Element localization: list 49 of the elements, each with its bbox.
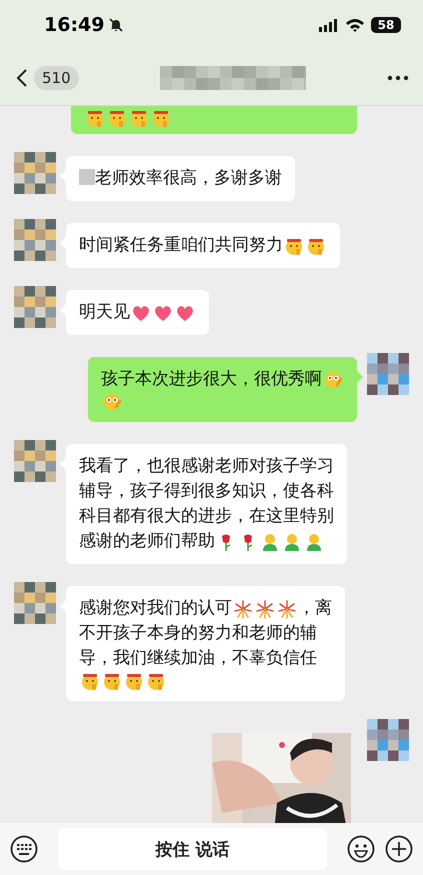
blurred-avatar[interactable] xyxy=(14,286,56,328)
headband-face-emoji-icon xyxy=(146,671,166,691)
emoji-icon[interactable] xyxy=(347,835,375,863)
blurred-avatar[interactable] xyxy=(367,719,409,761)
figure-emoji-icon xyxy=(304,532,324,552)
message-text: ，离 xyxy=(298,597,332,620)
headband-face-emoji-icon xyxy=(129,108,149,128)
message-text: 感谢的老师们帮助 xyxy=(79,530,215,553)
keyboard-icon[interactable] xyxy=(10,835,38,863)
more-options-icon[interactable] xyxy=(387,74,409,80)
message-text: 辅导，孩子得到很多知识，使各科 xyxy=(79,480,334,503)
wifi-icon xyxy=(345,18,365,32)
signal-icon xyxy=(319,18,339,32)
back-button[interactable]: 510 xyxy=(16,66,79,90)
wink-face-emoji-icon xyxy=(323,370,343,390)
back-chevron-icon xyxy=(16,68,28,88)
battery-icon: 58 xyxy=(371,17,401,33)
message-bubble[interactable] xyxy=(71,106,357,134)
message-text: 孩子本次进步很大，很优秀啊 xyxy=(101,368,322,391)
message-text: 不开孩子本身的努力和老师的辅 xyxy=(79,622,317,645)
hold-to-talk-button[interactable]: 按住 说话 xyxy=(58,828,327,870)
figure-emoji-icon xyxy=(282,532,302,552)
blurred-avatar[interactable] xyxy=(14,219,56,261)
message-text: 明天见 xyxy=(79,301,130,324)
firework-emoji-icon xyxy=(277,598,297,618)
clock-time: 16:49 xyxy=(44,14,104,36)
message-text: 时间紧任务重咱们共同努力 xyxy=(79,234,283,257)
blurred-avatar[interactable] xyxy=(14,152,56,194)
wink-face-emoji-icon xyxy=(102,392,122,412)
headband-face-emoji-icon xyxy=(85,108,105,128)
message-text: 感谢您对我们的认可 xyxy=(79,597,232,620)
headband-face-emoji-icon xyxy=(102,671,122,691)
plus-icon[interactable] xyxy=(385,835,413,863)
headband-face-emoji-icon xyxy=(151,108,171,128)
muted-bell-icon xyxy=(108,17,124,33)
firework-emoji-icon xyxy=(233,598,253,618)
blurred-avatar[interactable] xyxy=(367,353,409,395)
headband-face-emoji-icon xyxy=(80,671,100,691)
figure-emoji-icon xyxy=(260,532,280,552)
headband-face-emoji-icon xyxy=(124,671,144,691)
message-text: 科目都有很大的进步，在这里特别 xyxy=(79,505,334,528)
unread-count: 510 xyxy=(34,66,79,90)
message-text: 老师效率很高，多谢多谢 xyxy=(95,167,282,190)
message-text: 导，我们继续加油，不辜负信任 xyxy=(79,647,317,670)
headband-face-emoji-icon xyxy=(107,108,127,128)
blurred-avatar[interactable] xyxy=(14,582,56,624)
blurred-avatar[interactable] xyxy=(14,440,56,482)
firework-emoji-icon xyxy=(255,598,275,618)
message-text: 我看了，也很感谢老师对孩子学习 xyxy=(79,455,334,478)
